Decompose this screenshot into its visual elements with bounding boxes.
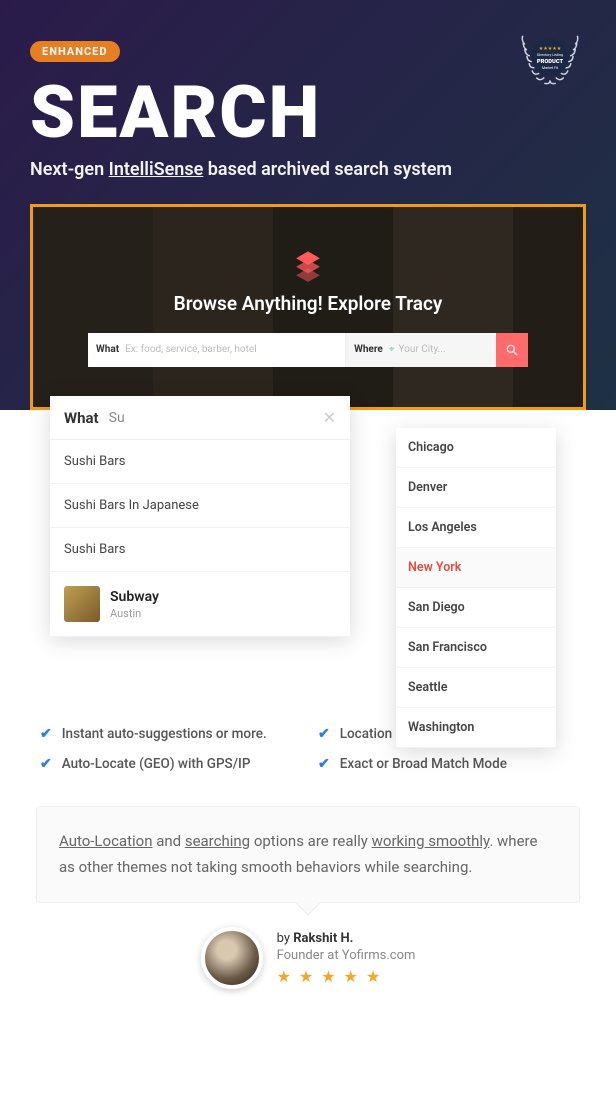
- clear-icon[interactable]: ✕: [323, 408, 336, 427]
- search-what-placeholder: Ex: food, service, barber, hotel: [125, 344, 257, 355]
- city-item[interactable]: Seattle: [396, 668, 556, 708]
- author-avatar: [201, 927, 263, 989]
- product-badge: ★★★★★ Directory Listing PRODUCT Market F…: [514, 30, 586, 102]
- author-meta: by Rakshit H. Founder at Yofirms.com ★ ★…: [277, 931, 416, 986]
- quote-u3: working smoothly: [372, 832, 490, 850]
- stack-logo-icon: [291, 248, 325, 282]
- search-where-field[interactable]: Where ⌖ Your City...: [345, 333, 496, 367]
- city-item[interactable]: Chicago: [396, 428, 556, 468]
- testimonial-text: Auto-Location and searching options are …: [59, 829, 557, 880]
- search-what-field[interactable]: What Ex: food, service, barber, hotel: [88, 333, 345, 367]
- page-title: SEARCH: [30, 70, 586, 155]
- what-query-text: Su: [109, 410, 323, 426]
- result-thumbnail: [64, 586, 100, 622]
- what-dropdown-label: What: [64, 409, 99, 427]
- what-dropdown-header: What Su ✕: [50, 396, 350, 440]
- result-location: Austin: [110, 607, 159, 620]
- svg-text:Directory Listing: Directory Listing: [537, 53, 563, 57]
- page-subtitle: Next-gen IntelliSense based archived sea…: [30, 159, 586, 180]
- demo-searchbar: What Ex: food, service, barber, hotel Wh…: [88, 333, 528, 367]
- feature-text: Exact or Broad Match Mode: [340, 756, 507, 772]
- author-role: Founder at Yofirms.com: [277, 948, 416, 963]
- feature-text: Auto-Locate (GEO) with GPS/IP: [62, 756, 251, 772]
- city-item-active[interactable]: New York: [396, 548, 556, 588]
- enhanced-badge: ENHANCED: [30, 41, 120, 62]
- quote-u2: searching: [185, 832, 250, 850]
- city-item[interactable]: San Diego: [396, 588, 556, 628]
- what-suggestions-dropdown: What Su ✕ Sushi Bars Sushi Bars In Japan…: [50, 396, 350, 637]
- subtitle-pre: Next-gen: [30, 159, 109, 180]
- quote-t1: and: [152, 832, 184, 850]
- testimonial-box: Auto-Location and searching options are …: [36, 806, 580, 903]
- city-item[interactable]: Denver: [396, 468, 556, 508]
- feature-item: ✔ Instant auto-suggestions or more.: [40, 726, 298, 742]
- feature-item: ✔ Exact or Broad Match Mode: [318, 756, 576, 772]
- hero-banner: ENHANCED SEARCH Next-gen IntelliSense ba…: [0, 0, 616, 410]
- subtitle-post: based archived search system: [203, 159, 452, 180]
- quote-u1: Auto-Location: [59, 832, 152, 850]
- check-icon: ✔: [318, 756, 330, 772]
- search-where-placeholder: Your City...: [398, 344, 445, 355]
- quote-t2: options are really: [250, 832, 372, 850]
- testimonial-author: by Rakshit H. Founder at Yofirms.com ★ ★…: [0, 903, 616, 1029]
- demo-heading: Browse Anything! Explore Tracy: [174, 292, 443, 315]
- svg-text:Market Fit: Market Fit: [542, 66, 559, 70]
- suggestion-item[interactable]: Sushi Bars: [50, 440, 350, 484]
- feature-item: ✔ Auto-Locate (GEO) with GPS/IP: [40, 756, 298, 772]
- suggestion-item-rich[interactable]: Subway Austin: [50, 572, 350, 637]
- location-target-icon: ⌖: [389, 344, 395, 355]
- svg-text:PRODUCT: PRODUCT: [537, 59, 564, 65]
- check-icon: ✔: [40, 756, 52, 772]
- author-name: by Rakshit H.: [277, 931, 416, 946]
- city-item[interactable]: Washington: [396, 708, 556, 748]
- city-item[interactable]: Los Angeles: [396, 508, 556, 548]
- search-demo-screenshot: Browse Anything! Explore Tracy What Ex: …: [30, 204, 586, 410]
- dropdown-area: What Su ✕ Sushi Bars Sushi Bars In Japan…: [0, 410, 616, 700]
- check-icon: ✔: [318, 726, 330, 742]
- feature-text: Instant auto-suggestions or more.: [62, 726, 267, 742]
- city-item[interactable]: San Francisco: [396, 628, 556, 668]
- where-suggestions-dropdown: Chicago Denver Los Angeles New York San …: [396, 428, 556, 748]
- rating-stars: ★ ★ ★ ★ ★: [277, 967, 416, 986]
- search-button[interactable]: [496, 333, 528, 367]
- suggestion-item[interactable]: Sushi Bars: [50, 528, 350, 572]
- suggestion-item[interactable]: Sushi Bars In Japanese: [50, 484, 350, 528]
- subtitle-highlight: IntelliSense: [109, 159, 204, 180]
- search-where-label: Where: [354, 344, 383, 355]
- demo-hero-bg: Browse Anything! Explore Tracy What Ex: …: [33, 207, 583, 407]
- search-icon: [505, 343, 519, 357]
- check-icon: ✔: [40, 726, 52, 742]
- search-what-label: What: [96, 344, 119, 355]
- svg-text:★★★★★: ★★★★★: [539, 46, 562, 52]
- result-name: Subway: [110, 589, 159, 605]
